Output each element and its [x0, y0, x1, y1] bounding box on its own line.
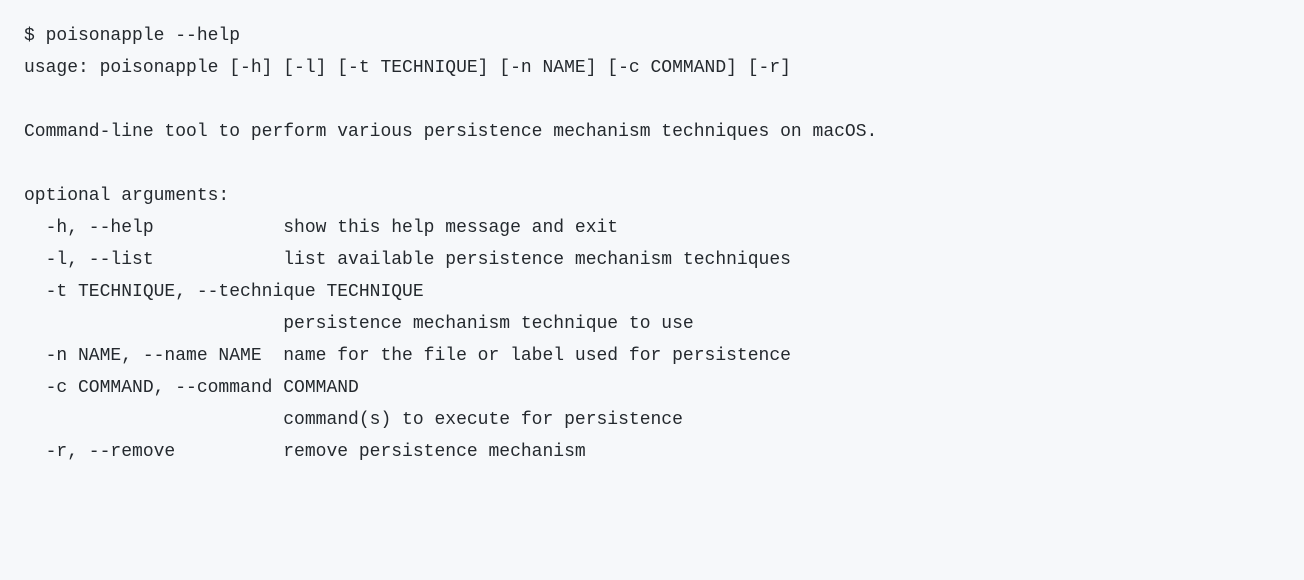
arg-technique-desc: persistence mechanism technique to use [24, 314, 694, 334]
command-line: $ poisonapple --help [24, 26, 240, 46]
optional-args-header: optional arguments: [24, 186, 229, 206]
arg-command-desc: command(s) to execute for persistence [24, 410, 683, 430]
description-line: Command-line tool to perform various per… [24, 122, 877, 142]
arg-technique-flag: -t TECHNIQUE, --technique TECHNIQUE [24, 282, 424, 302]
terminal-output: $ poisonapple --help usage: poisonapple … [24, 20, 1280, 468]
arg-list: -l, --list list available persistence me… [24, 250, 791, 270]
arg-remove: -r, --remove remove persistence mechanis… [24, 442, 586, 462]
usage-line: usage: poisonapple [-h] [-l] [-t TECHNIQ… [24, 58, 791, 78]
arg-command-flag: -c COMMAND, --command COMMAND [24, 378, 359, 398]
arg-name: -n NAME, --name NAME name for the file o… [24, 346, 791, 366]
arg-help: -h, --help show this help message and ex… [24, 218, 618, 238]
